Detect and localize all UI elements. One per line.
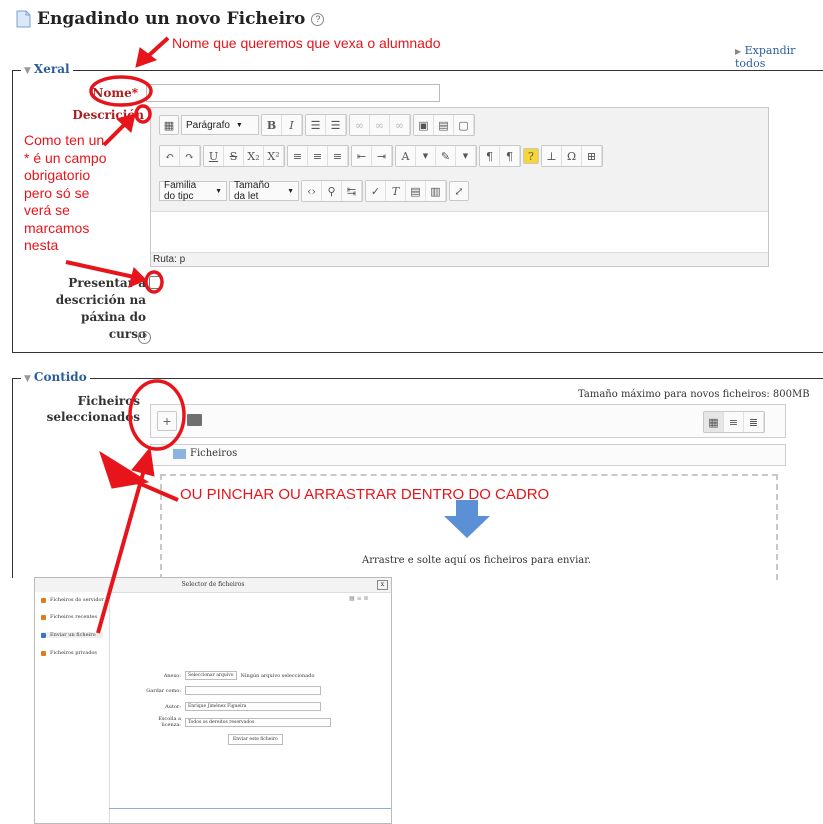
font-size-select[interactable]: Tamaño da let ▼	[229, 180, 299, 202]
search-replace-icon[interactable]: ⚲	[322, 181, 342, 201]
filepicker-toolbar: + ▦ ≡ ≣	[150, 404, 786, 438]
paste-word-icon[interactable]: ▥	[426, 181, 446, 201]
paste-text-icon[interactable]: ▤	[406, 181, 426, 201]
undo-icon[interactable]: ↶	[160, 146, 180, 166]
annotation-name-note: Nome que queremos que vexa o alumnado	[172, 35, 441, 51]
indent-icon[interactable]: ⇥	[372, 146, 392, 166]
font-family-select[interactable]: Familia do tipc ▼	[159, 180, 227, 202]
anchor-icon[interactable]: ∞	[390, 115, 410, 135]
equation-icon[interactable]: ⊥	[542, 146, 562, 166]
editor-textarea[interactable]	[151, 211, 768, 253]
help-icon[interactable]: ?	[311, 12, 325, 26]
dialog-view-icons[interactable]: ▦ ≡ ≣	[349, 595, 369, 602]
create-folder-icon[interactable]	[187, 414, 202, 426]
clean-icon[interactable]: ✓	[366, 181, 386, 201]
numbered-list-icon[interactable]: ☰	[326, 115, 346, 135]
bold-icon[interactable]: B	[262, 115, 282, 135]
grid-view-icon[interactable]: ▦	[704, 412, 724, 432]
list-view-icon[interactable]: ≡	[724, 412, 744, 432]
sidebar-item-recent[interactable]: Ficheiros recentes	[41, 614, 97, 620]
upload-icon	[41, 632, 46, 638]
ltr-icon[interactable]: ¶	[480, 146, 500, 166]
table-icon[interactable]: ⊞	[582, 146, 602, 166]
server-icon	[41, 597, 46, 603]
selected-files-label: Ficheiros seleccionados	[46, 394, 140, 424]
media-icon[interactable]: ▤	[434, 115, 454, 135]
redo-icon[interactable]: ↷	[180, 146, 200, 166]
bullet-list-icon[interactable]: ☰	[306, 115, 326, 135]
help-icon[interactable]: ?	[138, 331, 151, 344]
unlink-icon[interactable]: ∞	[370, 115, 390, 135]
add-file-icon[interactable]: +	[157, 411, 177, 431]
description-label: Descrición	[72, 108, 144, 122]
sidebar-item-upload[interactable]: Enviar un ficheiro	[41, 632, 103, 638]
drop-text: Arrastre e solte aquí os ficheiros para …	[362, 555, 592, 566]
dialog-title: Selector de ficheiros	[35, 578, 391, 593]
max-size-text: Tamaño máximo para novos ficheiros: 800M…	[578, 389, 810, 400]
legend-general[interactable]: ▼ Xeral	[21, 62, 73, 76]
nonbreaking-icon[interactable]: ↹	[342, 181, 362, 201]
clear-format-icon[interactable]: T	[386, 181, 406, 201]
arrow-head	[135, 47, 158, 68]
annotation-drag-note: OU PINCHAR OU ARRASTRAR DENTRO DO CADRO	[180, 486, 550, 503]
code-icon[interactable]: ‹›	[302, 181, 322, 201]
file-picker-dialog: Selector de ficheiros x ▦ ≡ ≣ Ficheiros …	[34, 577, 392, 824]
underline-icon[interactable]: U	[204, 146, 224, 166]
align-right-icon[interactable]: ≡	[328, 146, 348, 166]
page-title: Engadindo un novo Ficheiro	[37, 9, 306, 29]
strikethrough-icon[interactable]: S	[224, 146, 244, 166]
filepicker-path: Ficheiros	[150, 444, 786, 466]
private-icon	[41, 650, 46, 656]
file-icon	[16, 10, 31, 28]
fullscreen-icon[interactable]: ⤢	[449, 181, 469, 201]
editor-path: Ruta: p	[153, 254, 186, 265]
no-file-text: Ningún arquivo seleccionado	[240, 672, 315, 679]
paragraph-select[interactable]: Parágrafo ▼	[181, 115, 259, 135]
toolbar-toggle-icon[interactable]: ▦	[159, 115, 179, 135]
outdent-icon[interactable]: ⇤	[352, 146, 372, 166]
spellcheck-icon[interactable]: ?	[523, 148, 539, 164]
sidebar-item-server[interactable]: Ficheiros do servidor	[41, 597, 104, 603]
annotation-required-note: Como ten un * é un campo obrigatorio per…	[24, 132, 107, 255]
link-icon[interactable]: ∞	[350, 115, 370, 135]
choose-file-button[interactable]: Seleccionar arquivo	[185, 671, 237, 680]
drop-arrow-icon	[444, 500, 490, 538]
author-label: Autor:	[165, 703, 181, 710]
save-as-label: Gardar como:	[146, 687, 181, 694]
special-char-icon[interactable]: Ω	[562, 146, 582, 166]
show-description-checkbox[interactable]	[149, 276, 162, 289]
folder-icon	[173, 449, 186, 459]
italic-icon[interactable]: I	[282, 115, 302, 135]
name-label: Nome*	[92, 86, 138, 100]
expand-all-link[interactable]: ▶ Expandir todos	[735, 44, 823, 70]
folder-name: Ficheiros	[190, 448, 238, 459]
page-header: Engadindo un novo Ficheiro ?	[16, 6, 325, 32]
author-input[interactable]: Enrique Jiménez Figueira	[185, 702, 321, 711]
attachment-label: Anexo:	[163, 672, 181, 679]
file-manager-icon[interactable]: ▢	[454, 115, 474, 135]
align-left-icon[interactable]: ≡	[288, 146, 308, 166]
name-input[interactable]	[146, 84, 440, 102]
legend-content[interactable]: ▼ Contido	[21, 370, 90, 384]
text-color-dropdown-icon[interactable]: ▼	[416, 146, 436, 166]
align-center-icon[interactable]: ≡	[308, 146, 328, 166]
text-color-icon[interactable]: A	[396, 146, 416, 166]
license-label: Escolla a licenza:	[158, 716, 181, 728]
description-editor: ▦ Parágrafo ▼ BI ☰ ☰ ∞ ∞ ∞ ▣ ▤ ▢ ↶ ↷ U S X₂ X² ≡ ≡ ≡…	[150, 107, 769, 267]
tree-view-icon[interactable]: ≣	[744, 412, 764, 432]
recent-icon	[41, 614, 46, 620]
upload-file-button[interactable]: Enviar este ficheiro	[228, 734, 283, 745]
sidebar-item-private[interactable]: Ficheiros privados	[41, 650, 97, 656]
background-color-icon[interactable]: ✎	[436, 146, 456, 166]
background-color-dropdown-icon[interactable]: ▼	[456, 146, 476, 166]
show-description-label: Presentar a descrición na páxina do curs…	[55, 276, 146, 341]
subscript-icon[interactable]: X₂	[244, 146, 264, 166]
save-as-input[interactable]	[185, 686, 321, 695]
superscript-icon[interactable]: X²	[264, 146, 284, 166]
dialog-sidebar: Ficheiros do servidor Ficheiros recentes…	[35, 592, 110, 823]
license-select[interactable]: Todos os dereitos reservados	[185, 717, 331, 727]
dialog-close-button[interactable]: x	[377, 580, 388, 590]
image-icon[interactable]: ▣	[414, 115, 434, 135]
rtl-icon[interactable]: ¶	[500, 146, 520, 166]
